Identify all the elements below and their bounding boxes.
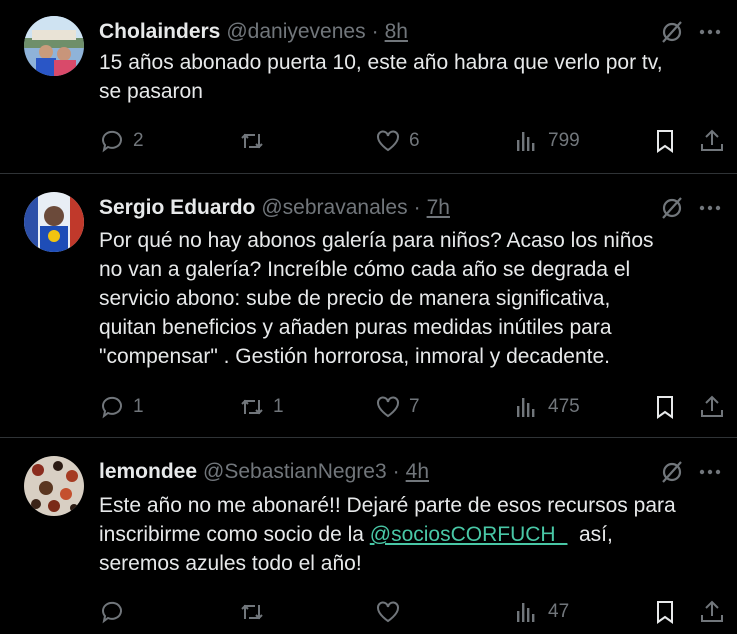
bookmark-button[interactable] [652,597,678,627]
avatar[interactable] [24,192,84,252]
tweet-text: Por qué no hay abonos galería para niños… [99,226,719,371]
views-icon [517,603,535,622]
retweet-button[interactable] [239,126,273,156]
like-icon [377,396,399,418]
retweet-count: 1 [273,396,284,417]
bookmark-button[interactable] [652,392,678,422]
bookmark-icon [657,601,673,624]
share-icon [701,395,723,417]
tweet-header: Cholainders @daniyevenes · 8h [99,18,408,46]
view-count: 799 [548,130,580,151]
like-count: 6 [409,130,420,151]
bookmark-button[interactable] [652,126,678,156]
share-button[interactable] [699,392,725,422]
like-icon [377,130,399,152]
grok-icon[interactable] [659,459,685,485]
grok-icon[interactable] [659,195,685,221]
text-line: Este año no me abonaré!! Dejaré parte de… [99,494,676,517]
like-button[interactable]: 6 [375,126,420,156]
share-icon [701,600,723,622]
retweet-icon [241,133,263,149]
avatar[interactable] [24,456,84,516]
display-name[interactable]: Cholainders [99,20,220,44]
text-segment: así, [567,523,613,546]
views-button[interactable]: 475 [514,392,580,422]
tweet-text: 15 años abonado puerta 10, este año habr… [99,48,719,106]
text-segment: inscribirme como socio de la [99,523,370,546]
separator: · [413,196,421,219]
action-bar: 2 6 799 [99,126,729,156]
views-button[interactable]: 47 [514,597,569,627]
user-handle[interactable]: @sebravanales [261,196,407,220]
retweet-button[interactable] [239,597,273,627]
display-name[interactable]: Sergio Eduardo [99,196,255,220]
separator: · [392,460,400,483]
text-line: 15 años abonado puerta 10, este año habr… [99,51,663,74]
text-line: quitan beneficios y añaden puras medidas… [99,316,612,339]
separator: · [371,20,379,43]
tweet[interactable]: Sergio Eduardo @sebravanales · 7h Por qu… [0,174,737,438]
reply-button[interactable]: 1 [99,392,144,422]
reply-count: 2 [133,130,144,151]
action-bar: 47 [99,597,729,627]
more-icon[interactable] [697,19,723,45]
view-count: 475 [548,396,580,417]
tweet-feed: Cholainders @daniyevenes · 8h 15 años ab… [0,0,737,634]
text-line: se pasaron [99,80,203,103]
text-line: "compensar" . Gestión horrorosa, inmoral… [99,345,610,368]
reply-icon [101,396,122,419]
display-name[interactable]: lemondee [99,460,197,484]
more-icon[interactable] [697,459,723,485]
views-icon [517,132,535,151]
tweet-header: Sergio Eduardo @sebravanales · 7h [99,194,450,222]
tweet[interactable]: Cholainders @daniyevenes · 8h 15 años ab… [0,0,737,174]
grok-icon[interactable] [659,19,685,45]
share-button[interactable] [699,597,725,627]
like-icon [377,601,399,623]
text-line: servicio abono: sube de precio de manera… [99,287,611,310]
reply-icon [101,130,122,153]
text-line: seremos azules todo el año! [99,552,362,575]
like-button[interactable]: 7 [375,392,420,422]
views-button[interactable]: 799 [514,126,580,156]
timestamp[interactable]: 4h [406,460,429,484]
like-count: 7 [409,396,420,417]
tweet-header: lemondee @SebastianNegre3 · 4h [99,458,429,486]
reply-button[interactable] [99,597,133,627]
action-bar: 1 1 7 475 [99,392,729,422]
mention-link[interactable]: @sociosCORFUCH_ [370,523,568,546]
tweet-text: Este año no me abonaré!! Dejaré parte de… [99,491,719,578]
share-icon [701,129,723,151]
like-button[interactable] [375,597,409,627]
user-handle[interactable]: @daniyevenes [226,20,365,44]
views-icon [517,398,535,417]
text-line: inscribirme como socio de la @sociosCORF… [99,520,719,549]
reply-button[interactable]: 2 [99,126,144,156]
text-line: Por qué no hay abonos galería para niños… [99,229,654,252]
reply-count: 1 [133,396,144,417]
retweet-icon [241,604,263,620]
bookmark-icon [657,396,673,419]
user-handle[interactable]: @SebastianNegre3 [203,460,387,484]
more-icon[interactable] [697,195,723,221]
timestamp[interactable]: 8h [385,20,408,44]
avatar[interactable] [24,16,84,76]
view-count: 47 [548,601,570,622]
retweet-icon [241,399,263,415]
share-button[interactable] [699,126,725,156]
retweet-button[interactable]: 1 [239,392,284,422]
bookmark-icon [657,130,673,153]
tweet[interactable]: lemondee @SebastianNegre3 · 4h Este año … [0,438,737,634]
reply-icon [101,601,122,624]
timestamp[interactable]: 7h [427,196,450,220]
text-line: no van a galería? Increíble cómo cada añ… [99,258,631,281]
